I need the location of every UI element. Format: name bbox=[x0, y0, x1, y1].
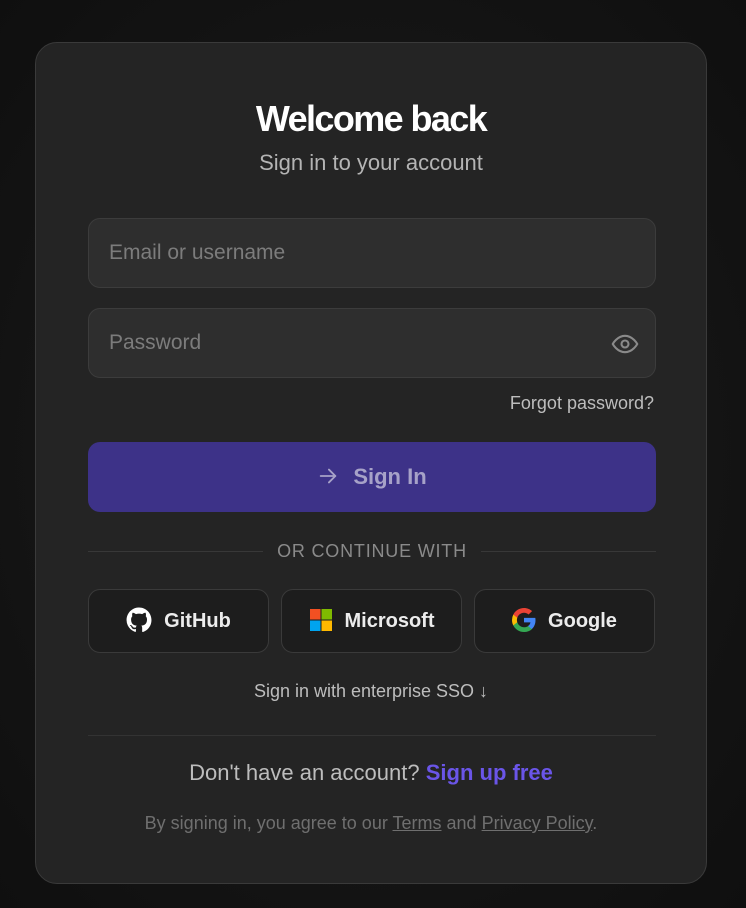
privacy-policy-link[interactable]: Privacy Policy bbox=[482, 813, 593, 833]
page-title: Welcome back bbox=[255, 98, 488, 139]
sign-in-button[interactable]: Sign In bbox=[88, 442, 656, 512]
or-divider: OR CONTINUE WITH bbox=[88, 539, 657, 563]
google-label: Google bbox=[548, 609, 617, 632]
password-field[interactable] bbox=[88, 308, 656, 378]
legal-prefix: By signing in, you agree to our bbox=[144, 813, 388, 833]
microsoft-label: Microsoft bbox=[344, 609, 435, 632]
terms-link[interactable]: Terms bbox=[393, 813, 442, 833]
github-icon bbox=[126, 607, 152, 636]
divider-line-right bbox=[480, 550, 657, 552]
legal-notice: By signing in, you agree to our Terms an… bbox=[36, 811, 706, 835]
google-icon bbox=[512, 607, 536, 635]
microsoft-button[interactable]: Microsoft bbox=[281, 589, 462, 653]
github-label: GitHub bbox=[164, 609, 231, 632]
divider-label: OR CONTINUE WITH bbox=[277, 540, 467, 561]
signup-question: Don't have an account? bbox=[189, 760, 420, 785]
eye-icon[interactable] bbox=[611, 330, 639, 358]
footer-divider bbox=[88, 735, 656, 736]
email-input[interactable] bbox=[89, 219, 655, 287]
page-subtitle: Sign in to your account bbox=[259, 150, 483, 175]
divider-line-left bbox=[88, 550, 264, 552]
github-button[interactable]: GitHub bbox=[88, 589, 269, 653]
password-input[interactable] bbox=[89, 309, 655, 377]
signup-prompt: Don't have an account? Sign up free bbox=[36, 759, 706, 787]
sign-up-link[interactable]: Sign up free bbox=[426, 760, 553, 785]
email-field[interactable] bbox=[88, 218, 656, 288]
microsoft-icon bbox=[309, 608, 333, 635]
forgot-password-link[interactable]: Forgot password? bbox=[510, 391, 654, 415]
arrow-right-icon bbox=[317, 465, 339, 490]
legal-and: and bbox=[446, 813, 477, 833]
enterprise-sso-link[interactable]: Sign in with enterprise SSO ↓ bbox=[36, 679, 706, 703]
login-card: Welcome back Sign in to your account For… bbox=[35, 42, 707, 884]
legal-suffix: . bbox=[592, 813, 598, 833]
google-button[interactable]: Google bbox=[474, 589, 655, 653]
sign-in-label: Sign In bbox=[353, 464, 427, 489]
